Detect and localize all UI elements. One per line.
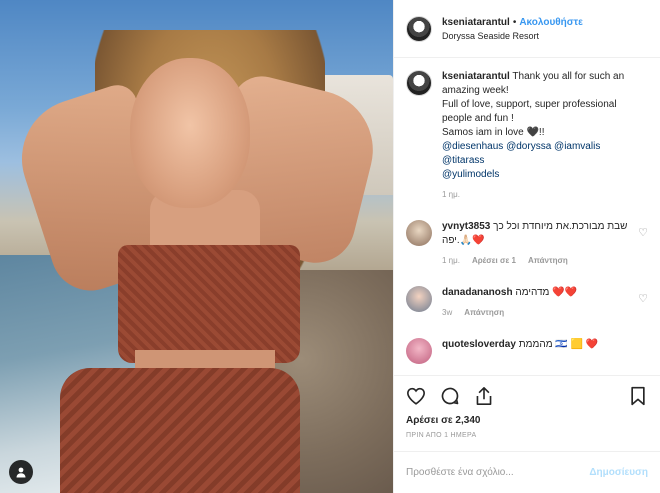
location-link[interactable]: Doryssa Seaside Resort [442,31,583,41]
avatar[interactable] [406,286,432,312]
mention-link[interactable]: @titarass [442,154,648,168]
avatar[interactable] [406,338,432,364]
caption-meta: 1 ημ. [442,188,648,202]
comment-time: 3w [442,308,453,317]
comment-body: danadananosh מדהימה ❤️❤️ 3w Απάντηση [442,286,642,320]
header-info: kseniatarantul • Ακολουθήστε Doryssa Sea… [442,17,583,41]
comment-input[interactable] [406,467,590,478]
post-timestamp: ΠΡΙΝ ΑΠΟ 1 ΗΜΕΡΑ [406,432,477,439]
user-tag-icon[interactable] [9,460,33,484]
comment-item: yvnyt3853 שבת מבורכת.את מיוחדת וכל כך יפ… [406,220,648,268]
avatar[interactable] [406,70,432,96]
action-bar [394,375,660,415]
comment-bubble-icon[interactable] [440,386,460,406]
follow-button[interactable]: Ακολουθήστε [519,17,583,28]
caption-line-3: Samos iam in love 🖤!! [442,127,545,138]
comments-list[interactable]: kseniatarantul Thank you all for such an… [394,58,660,375]
comment-body: quotesloverday מהממת 🇮🇱 🟨 ❤️ [442,338,642,364]
comment-meta: 3w Απάντηση [442,306,642,320]
comment-text: מדהימה ❤️❤️ [515,287,578,298]
caption-username[interactable]: kseniatarantul [442,71,510,82]
photo-top [118,245,300,363]
comment-like-heart-icon[interactable]: ♡ [638,226,648,239]
mention-link[interactable]: @doryssa [506,141,551,152]
post-header: kseniatarantul • Ακολουθήστε Doryssa Sea… [394,0,660,58]
reply-button[interactable]: Απάντηση [464,306,504,320]
reply-button[interactable]: Απάντηση [528,254,568,268]
header-line: kseniatarantul • Ακολουθήστε [442,17,583,28]
comment-username[interactable]: danadananosh [442,287,513,298]
comment-item: quotesloverday מהממת 🇮🇱 🟨 ❤️ [406,338,648,364]
avatar[interactable] [406,15,432,42]
comment-like-heart-icon[interactable]: ♡ [638,292,648,305]
mention-link[interactable]: @diesenhaus [442,141,503,152]
comment-username[interactable]: quotesloverday [442,339,516,350]
likes-count[interactable]: Αρέσει σε 2,340 [394,415,660,426]
post-comment-button[interactable]: Δημοσίευση [589,467,648,478]
caption-body: kseniatarantul Thank you all for such an… [442,70,648,202]
caption-line-2: Full of love, support, super professiona… [442,99,617,124]
comment-username[interactable]: yvnyt3853 [442,221,490,232]
comment-text: מהממת 🇮🇱 🟨 ❤️ [518,339,599,350]
mention-link[interactable]: @iamvalis [554,141,600,152]
caption: kseniatarantul Thank you all for such an… [406,70,648,202]
caption-time: 1 ημ. [442,190,460,199]
photo-face [130,58,250,208]
caption-mentions: @diesenhaus @doryssa @iamvalis @titarass… [442,140,648,182]
share-icon[interactable] [474,386,494,406]
post-sidebar: kseniatarantul • Ακολουθήστε Doryssa Sea… [393,0,660,493]
username-link[interactable]: kseniatarantul [442,17,510,28]
comment-likes-link[interactable]: Αρέσει σε 1 [472,254,516,268]
mention-link[interactable]: @yulimodels [442,168,648,182]
comment-body: yvnyt3853 שבת מבורכת.את מיוחדת וכל כך יפ… [442,220,642,268]
instagram-post: kseniatarantul • Ακολουθήστε Doryssa Sea… [0,0,660,493]
comment-item: danadananosh מדהימה ❤️❤️ 3w Απάντηση ♡ [406,286,648,320]
like-heart-icon[interactable] [406,386,426,406]
comment-meta: 1 ημ. Αρέσει σε 1 Απάντηση [442,254,642,268]
separator-dot: • [512,16,517,28]
avatar[interactable] [406,220,432,246]
photo-skirt [60,368,300,493]
add-comment-bar: Δημοσίευση [394,451,660,493]
comment-time: 1 ημ. [442,256,460,265]
bookmark-icon[interactable] [628,386,648,406]
post-photo[interactable] [0,0,393,493]
